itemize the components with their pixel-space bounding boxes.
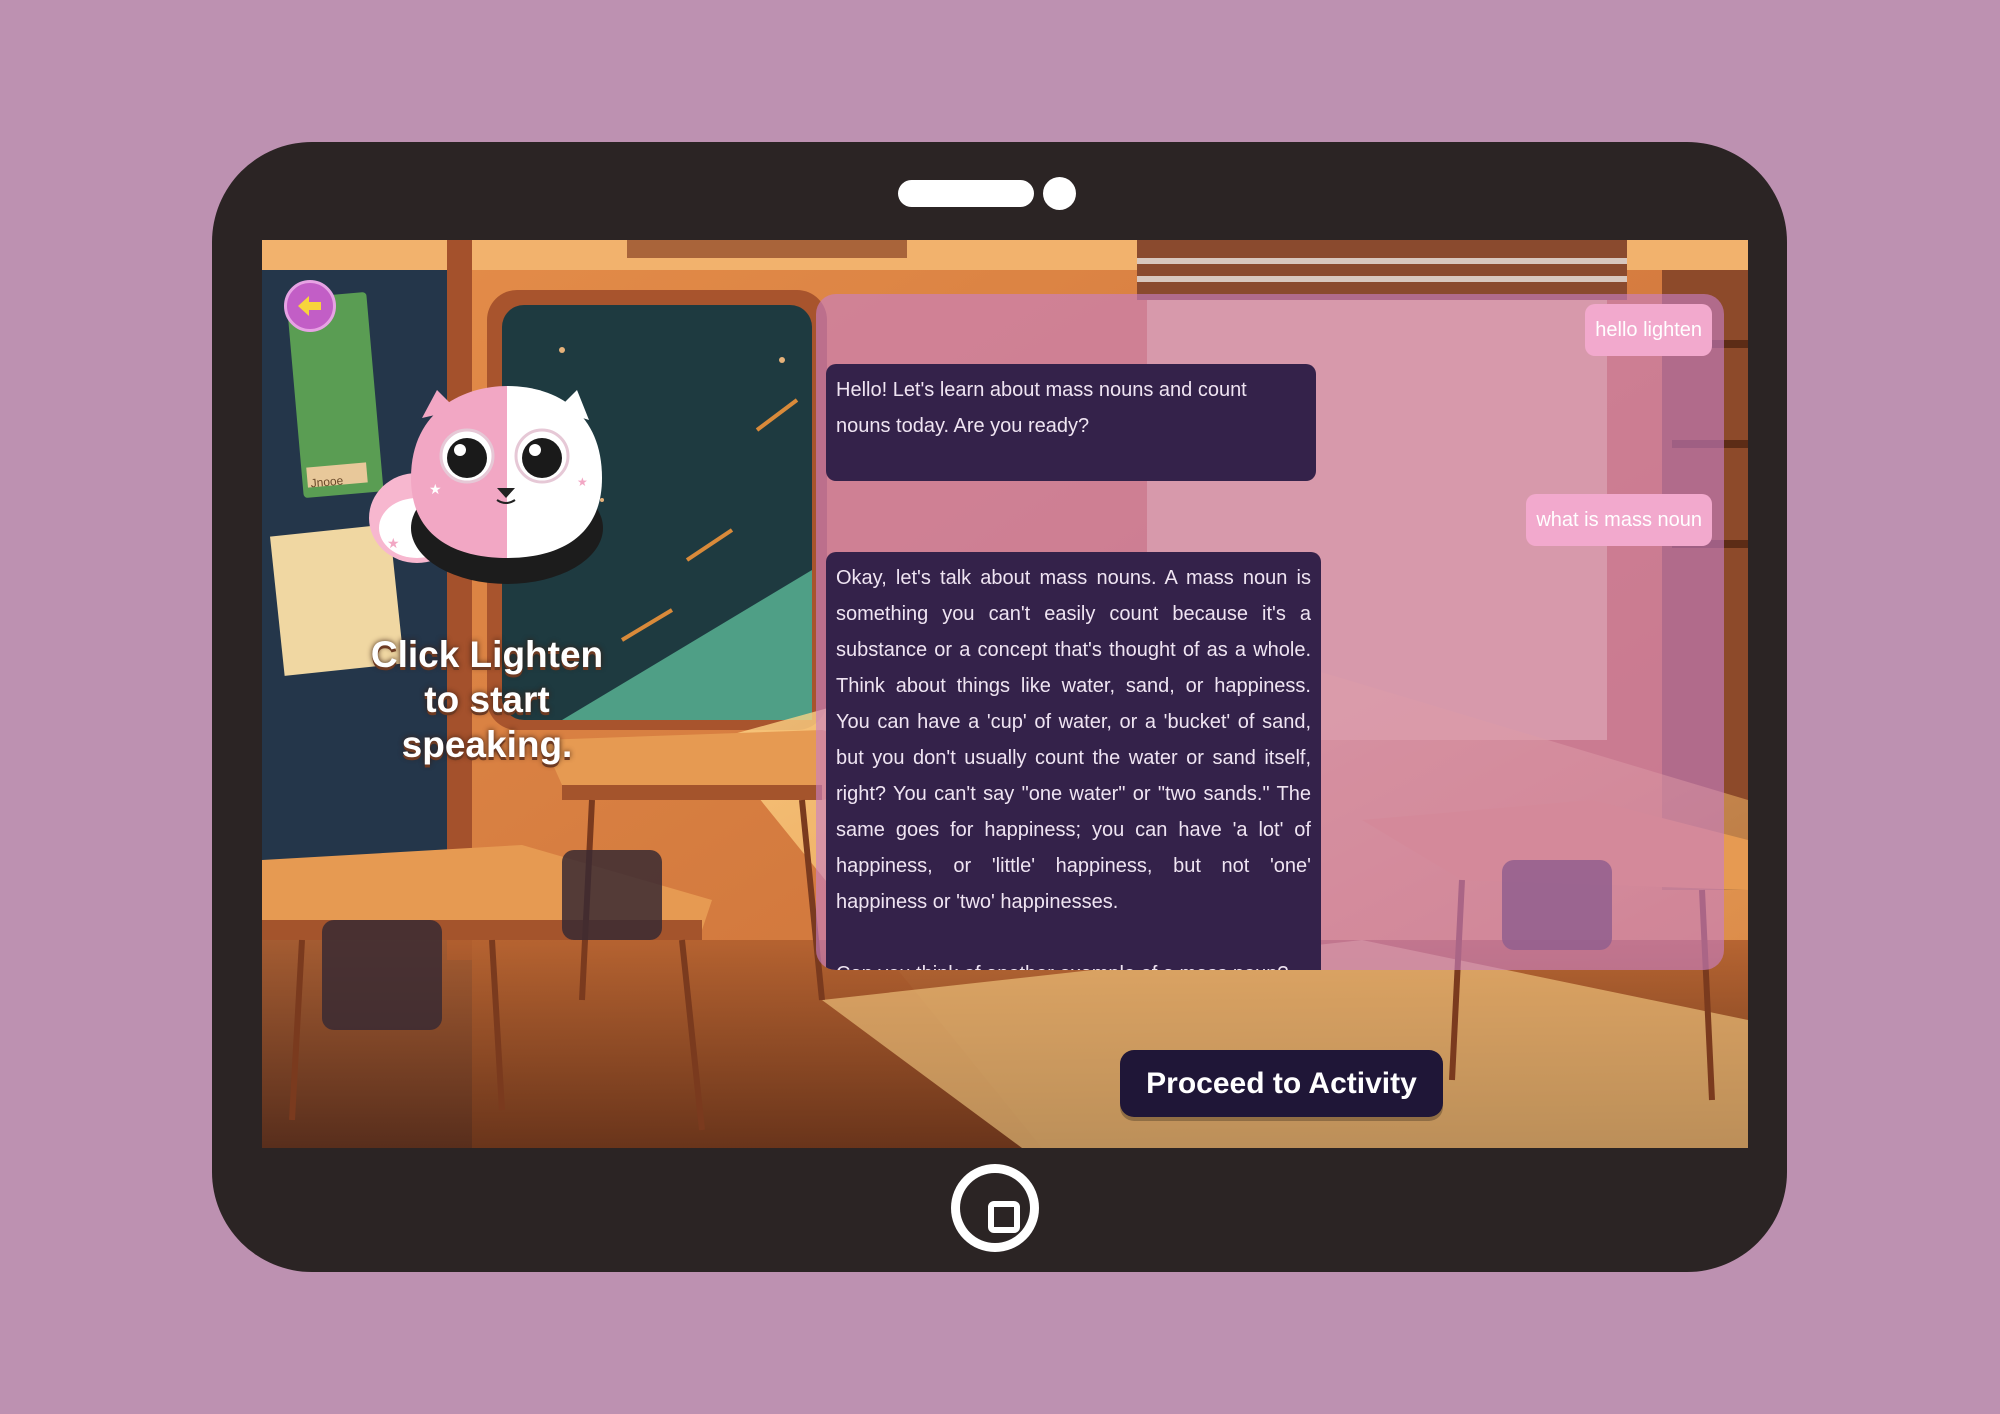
svg-text:★: ★ — [429, 482, 442, 498]
svg-text:★: ★ — [387, 536, 400, 552]
svg-text:★: ★ — [577, 475, 588, 489]
front-camera — [1043, 177, 1076, 210]
lighten-mascot[interactable]: ★ ★ ★ — [357, 378, 607, 608]
prompt-line: speaking. — [401, 724, 573, 765]
assistant-message-text: Hello! Let's learn about mass nouns and … — [836, 379, 1247, 437]
home-square-icon — [960, 1173, 1030, 1243]
assistant-message-text: Okay, let's talk about mass nouns. A mas… — [836, 567, 1311, 913]
chat-panel[interactable]: hello lighten Hello! Let's learn about m… — [816, 294, 1724, 970]
arrow-left-icon — [298, 296, 321, 316]
back-button[interactable] — [284, 280, 336, 332]
assistant-followup-text: Can you think of another example of a ma… — [836, 956, 1311, 970]
user-message: hello lighten — [1585, 304, 1712, 356]
assistant-message: Hello! Let's learn about mass nouns and … — [826, 364, 1316, 481]
proceed-to-activity-button[interactable]: Proceed to Activity — [1120, 1050, 1443, 1117]
prompt-line: Click Lighten — [370, 634, 604, 675]
prompt-line: to start — [424, 679, 550, 720]
assistant-message: Okay, let's talk about mass nouns. A mas… — [826, 552, 1321, 970]
start-speaking-prompt: Click Lighten to start speaking. — [352, 632, 622, 767]
app-screen: Jnooe ★ ★ ★ Click Lighten to start speak… — [262, 240, 1748, 1148]
svg-text:Jnooe: Jnooe — [310, 473, 344, 490]
speaker-grille — [898, 180, 1034, 207]
home-button[interactable] — [951, 1164, 1039, 1252]
user-message: what is mass noun — [1526, 494, 1712, 546]
